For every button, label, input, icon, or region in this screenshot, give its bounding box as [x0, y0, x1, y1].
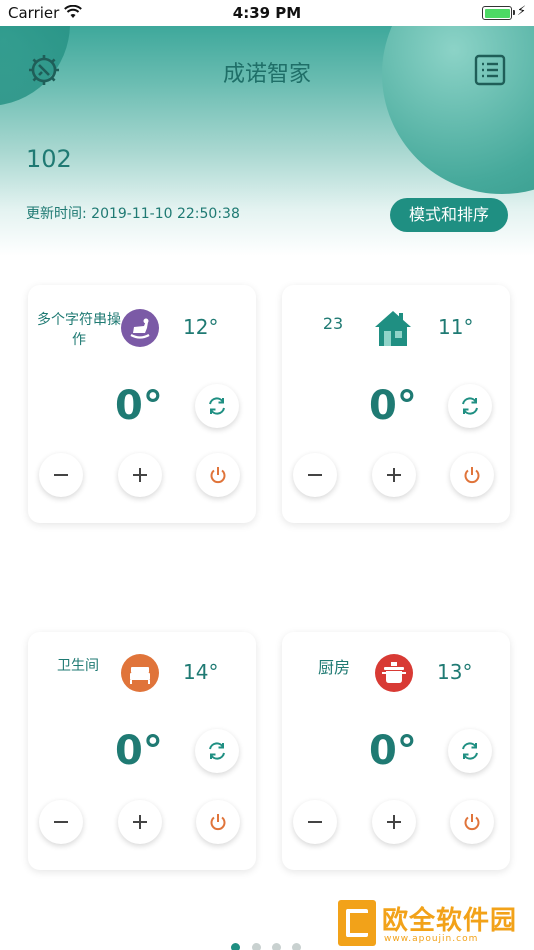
- sync-button[interactable]: [195, 384, 239, 428]
- plus-icon: [387, 815, 401, 829]
- sync-button[interactable]: [448, 384, 492, 428]
- power-button[interactable]: [196, 800, 240, 844]
- room-card[interactable]: 多个字符串操作 12° 0°: [28, 285, 256, 523]
- status-time: 4:39 PM: [232, 4, 302, 22]
- decrease-button[interactable]: [293, 453, 337, 497]
- charging-bolt-icon: ⚡: [517, 4, 527, 19]
- plus-icon: [133, 468, 147, 482]
- increase-button[interactable]: [372, 453, 416, 497]
- page-dot[interactable]: [272, 943, 281, 950]
- page-dot[interactable]: [252, 943, 261, 950]
- room-card[interactable]: 23 11° 0°: [282, 285, 510, 523]
- increase-button[interactable]: [118, 800, 162, 844]
- power-icon: [210, 467, 226, 484]
- room-temperature: 13°: [437, 660, 473, 684]
- power-icon: [464, 814, 480, 831]
- decrease-button[interactable]: [39, 800, 83, 844]
- power-button[interactable]: [196, 453, 240, 497]
- increase-button[interactable]: [118, 453, 162, 497]
- refresh-icon: [209, 742, 225, 760]
- set-temperature: 0°: [369, 728, 417, 774]
- room-name: 厨房: [317, 658, 350, 677]
- decrease-button[interactable]: [39, 453, 83, 497]
- refresh-icon: [209, 397, 225, 415]
- plus-icon: [387, 468, 401, 482]
- power-button[interactable]: [450, 453, 494, 497]
- refresh-icon: [462, 742, 478, 760]
- sync-button[interactable]: [448, 729, 492, 773]
- set-temperature: 0°: [115, 728, 163, 774]
- decorative-circle-right: [382, 26, 534, 194]
- room-name: 23: [322, 314, 344, 333]
- rocking-horse-icon: [121, 309, 159, 347]
- set-temperature: 0°: [115, 383, 163, 429]
- update-time: 更新时间: 2019-11-10 22:50:38: [26, 206, 240, 222]
- bed-icon: [121, 654, 159, 692]
- set-temperature: 0°: [369, 383, 417, 429]
- minus-icon: [308, 821, 322, 823]
- house-icon: [372, 307, 411, 346]
- watermark-logo-icon: [338, 900, 376, 946]
- refresh-icon: [462, 397, 478, 415]
- battery-icon: [482, 6, 515, 20]
- minus-icon: [308, 474, 322, 476]
- room-temperature: 12°: [183, 315, 219, 339]
- power-icon: [464, 467, 480, 484]
- list-menu-icon[interactable]: [474, 54, 506, 86]
- mode-and-sort-button[interactable]: 模式和排序: [390, 198, 508, 232]
- watermark: 欧全软件园 www.apoujin.com: [338, 898, 530, 948]
- watermark-title: 欧全软件园: [382, 906, 518, 936]
- watermark-url: www.apoujin.com: [384, 934, 479, 944]
- room-card[interactable]: 卫生间 14° 0°: [28, 632, 256, 870]
- room-temperature: 11°: [438, 315, 474, 339]
- room-name: 卫生间: [57, 658, 99, 674]
- minus-icon: [54, 474, 68, 476]
- room-temperature: 14°: [183, 660, 219, 684]
- decrease-button[interactable]: [293, 800, 337, 844]
- room-card[interactable]: 厨房 13° 0°: [282, 632, 510, 870]
- sync-button[interactable]: [195, 729, 239, 773]
- page-dot-active[interactable]: [231, 943, 240, 950]
- minus-icon: [54, 821, 68, 823]
- header: 成诺智家 102 更新时间: 2019-11-10 22:50:38 模式和排序: [0, 26, 534, 256]
- status-bar: Carrier 4:39 PM ⚡: [0, 0, 534, 26]
- cooking-pot-icon: [375, 654, 413, 692]
- power-button[interactable]: [450, 800, 494, 844]
- page-title: 成诺智家: [222, 62, 311, 87]
- increase-button[interactable]: [372, 800, 416, 844]
- device-count: 102: [26, 145, 72, 173]
- power-icon: [210, 814, 226, 831]
- page-dot[interactable]: [292, 943, 301, 950]
- room-name: 多个字符串操作: [37, 312, 121, 348]
- plus-icon: [133, 815, 147, 829]
